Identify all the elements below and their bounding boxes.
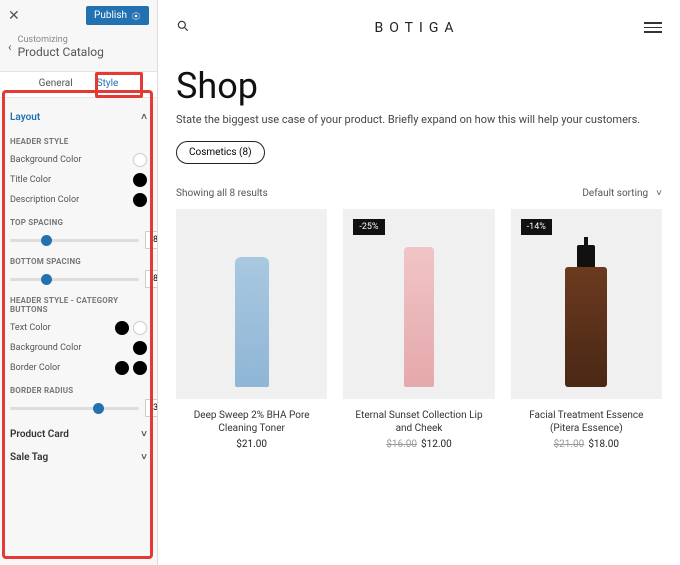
brand-logo[interactable]: BOTIGA — [190, 20, 644, 36]
cat-bg-color-label: Background Color — [10, 343, 81, 353]
tab-style[interactable]: Style — [97, 78, 119, 89]
category-pill[interactable]: Cosmetics (8) — [176, 141, 265, 164]
product-card[interactable]: Deep Sweep 2% BHA Pore Cleaning Toner $2… — [176, 209, 327, 450]
search-icon[interactable] — [176, 18, 190, 37]
gear-icon — [131, 11, 141, 21]
tabs: General Style Style — [0, 71, 157, 98]
title-color-swatch[interactable] — [133, 173, 147, 187]
chevron-down-icon: ˅ — [141, 429, 147, 440]
bottom-spacing-input[interactable] — [145, 270, 157, 288]
page-title: Shop — [176, 65, 662, 107]
product-title: Eternal Sunset Collection Lip and Cheek — [343, 409, 494, 435]
bottom-spacing-label: BOTTOM SPACING — [10, 257, 147, 266]
header-style-label: HEADER STYLE — [10, 137, 147, 146]
border-radius-label: BORDER RADIUS — [10, 386, 147, 395]
publish-button[interactable]: Publish — [86, 6, 149, 25]
chevron-down-icon: ˅ — [141, 452, 147, 463]
chevron-up-icon: ˄ — [141, 112, 147, 123]
bg-color-label: Background Color — [10, 155, 81, 165]
tab-general[interactable]: General — [39, 78, 73, 89]
preview-pane: BOTIGA Shop State the biggest use case o… — [158, 0, 680, 565]
top-spacing-input[interactable] — [145, 231, 157, 249]
bg-color-swatch[interactable] — [133, 153, 147, 167]
cat-buttons-label: HEADER STYLE - CATEGORY BUTTONS — [10, 296, 147, 314]
customizing-label: Customizing — [18, 35, 104, 45]
border-radius-slider[interactable] — [10, 407, 139, 410]
sale-badge: -25% — [353, 219, 384, 235]
page-description: State the biggest use case of your produ… — [176, 113, 662, 126]
sale-badge: -14% — [521, 219, 552, 235]
product-price: $21.00 — [236, 439, 267, 450]
text-color-label: Text Color — [10, 323, 51, 333]
product-card[interactable]: -25% Eternal Sunset Collection Lip and C… — [343, 209, 494, 450]
chevron-down-icon: ˅ — [656, 188, 662, 199]
text-color-swatch-2[interactable] — [133, 321, 147, 335]
product-image — [404, 247, 434, 387]
border-radius-input[interactable] — [145, 399, 157, 417]
top-spacing-slider[interactable] — [10, 239, 139, 242]
product-title: Deep Sweep 2% BHA Pore Cleaning Toner — [176, 409, 327, 435]
section-product-card[interactable]: Product Card˅ — [10, 423, 147, 446]
close-icon[interactable]: ✕ — [8, 8, 20, 24]
back-icon[interactable]: ‹ — [8, 40, 12, 54]
product-price: $16.00$12.00 — [386, 439, 452, 450]
text-color-swatch-1[interactable] — [115, 321, 129, 335]
product-card[interactable]: -14% Facial Treatment Essence (Pitera Es… — [511, 209, 662, 450]
hamburger-icon[interactable] — [644, 22, 662, 33]
bottom-spacing-slider[interactable] — [10, 278, 139, 281]
results-count: Showing all 8 results — [176, 188, 268, 199]
product-image — [235, 257, 269, 387]
desc-color-swatch[interactable] — [133, 193, 147, 207]
desc-color-label: Description Color — [10, 195, 79, 205]
product-image — [565, 267, 607, 387]
border-color-swatch-2[interactable] — [133, 361, 147, 375]
style-panel: Layout˄ HEADER STYLE Background Color Ti… — [0, 98, 157, 565]
cat-bg-color-swatch[interactable] — [133, 341, 147, 355]
customizer-sidebar: ✕ Publish ‹ Customizing Product Catalog … — [0, 0, 158, 565]
sort-dropdown[interactable]: Default sorting˅ — [582, 188, 662, 199]
section-layout[interactable]: Layout˄ — [10, 106, 147, 129]
panel-title: Product Catalog — [18, 45, 104, 59]
section-sale-tag[interactable]: Sale Tag˅ — [10, 446, 147, 469]
top-spacing-label: TOP SPACING — [10, 218, 147, 227]
title-color-label: Title Color — [10, 175, 51, 185]
product-price: $21.00$18.00 — [554, 439, 620, 450]
product-title: Facial Treatment Essence (Pitera Essence… — [511, 409, 662, 435]
border-color-label: Border Color — [10, 363, 60, 373]
border-color-swatch-1[interactable] — [115, 361, 129, 375]
